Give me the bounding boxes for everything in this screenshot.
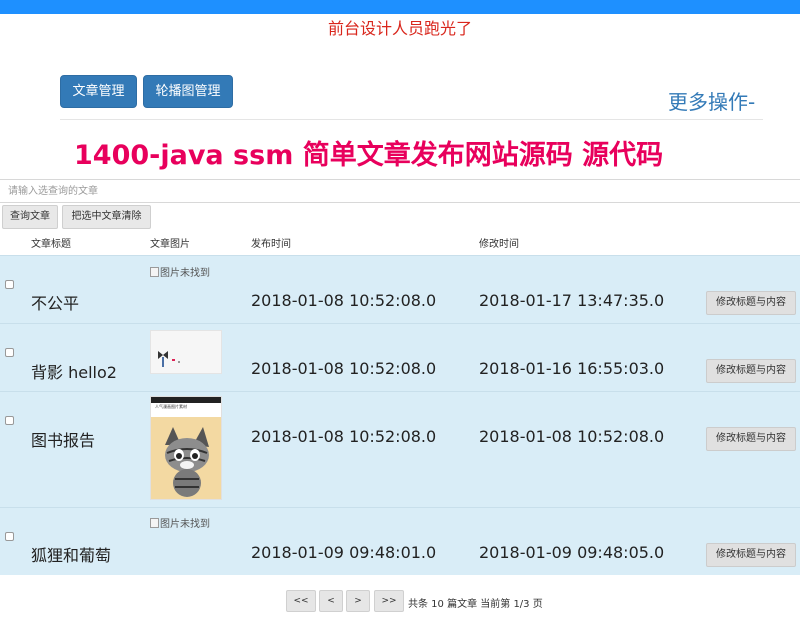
carousel-management-button[interactable]: 轮播图管理 <box>143 75 233 108</box>
row-checkbox[interactable] <box>5 416 14 425</box>
article-title: 不公平 <box>31 294 80 313</box>
broken-image-icon <box>150 266 159 277</box>
pagination-info: 共条 10 篇文章 当前第 1/3 页 <box>408 599 543 610</box>
query-articles-button[interactable]: 查询文章 <box>2 205 58 229</box>
row-checkbox[interactable] <box>5 532 14 541</box>
table-row: 人气漫画图片素材 图书报告 2018-01-08 10:52:08.0 2018… <box>0 391 800 507</box>
edit-article-button[interactable]: 修改标题与内容 <box>706 359 796 383</box>
article-title: 狐狸和葡萄 <box>31 546 112 565</box>
published-time: 2018-01-08 10:52:08.0 <box>251 359 437 378</box>
published-time: 2018-01-09 09:48:01.0 <box>251 543 437 562</box>
divider <box>60 119 763 120</box>
table-header: 文章标题 文章图片 发布时间 修改时间 <box>0 232 800 252</box>
cartoon-cat-icon <box>151 397 221 499</box>
clear-selected-button[interactable]: 把选中文章清除 <box>62 205 151 229</box>
edit-article-button[interactable]: 修改标题与内容 <box>706 291 796 315</box>
modified-time: 2018-01-09 09:48:05.0 <box>479 543 665 562</box>
column-header-published: 发布时间 <box>251 239 291 250</box>
prev-page-button[interactable]: < <box>319 590 343 612</box>
notice-text: 前台设计人员跑光了 <box>327 19 472 38</box>
row-checkbox[interactable] <box>5 348 14 357</box>
article-thumbnail <box>150 330 222 374</box>
column-header-image: 文章图片 <box>150 239 190 250</box>
broken-image: 图片未找到 <box>150 515 210 530</box>
published-time: 2018-01-08 10:52:08.0 <box>251 291 437 310</box>
article-thumbnail: 人气漫画图片素材 <box>150 396 222 500</box>
broken-image-icon <box>150 517 159 528</box>
published-time: 2018-01-08 10:52:08.0 <box>251 427 437 446</box>
search-input[interactable] <box>0 179 800 203</box>
broken-image: 图片未找到 <box>150 264 210 279</box>
more-operations-link[interactable]: 更多操作- <box>668 89 755 115</box>
edit-article-button[interactable]: 修改标题与内容 <box>706 543 796 567</box>
next-page-button[interactable]: > <box>346 590 370 612</box>
edit-article-button[interactable]: 修改标题与内容 <box>706 427 796 451</box>
column-header-modified: 修改时间 <box>479 239 519 250</box>
column-header-title: 文章标题 <box>31 239 71 250</box>
row-checkbox[interactable] <box>5 280 14 289</box>
article-title: 背影 hello2 <box>31 363 117 382</box>
top-bar <box>0 0 800 14</box>
last-page-button[interactable]: >> <box>374 590 404 612</box>
table-row: 图片未找到 不公平 2018-01-08 10:52:08.0 2018-01-… <box>0 255 800 323</box>
table-row: 背影 hello2 2018-01-08 10:52:08.0 2018-01-… <box>0 323 800 391</box>
cartoon-figure-icon <box>158 351 180 367</box>
modified-time: 2018-01-16 16:55:03.0 <box>479 359 665 378</box>
first-page-button[interactable]: << <box>286 590 316 612</box>
table-row: 图片未找到 狐狸和葡萄 2018-01-09 09:48:01.0 2018-0… <box>0 507 800 575</box>
modified-time: 2018-01-08 10:52:08.0 <box>479 427 665 446</box>
article-management-button[interactable]: 文章管理 <box>60 75 137 108</box>
article-title: 图书报告 <box>31 431 96 450</box>
thumbnail-caption: 人气漫画图片素材 <box>155 404 187 409</box>
modified-time: 2018-01-17 13:47:35.0 <box>479 291 665 310</box>
banner-title: 1400-java ssm 简单文章发布网站源码 源代码 <box>74 140 664 171</box>
